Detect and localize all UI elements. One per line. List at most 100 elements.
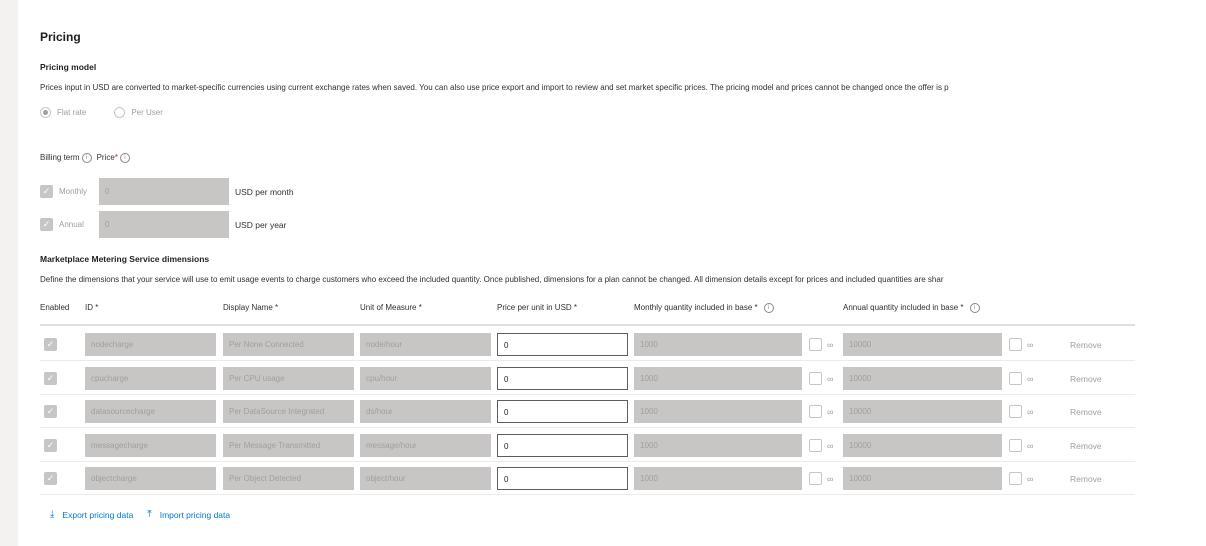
monthly-quantity-field[interactable]: 1000 <box>634 400 802 423</box>
table-row: ✓ datasourcecharge Per DataSource Integr… <box>40 394 1135 428</box>
infinity-icon: ∞ <box>1027 441 1034 451</box>
remove-button[interactable]: Remove <box>1070 407 1102 417</box>
monthly-unit: USD per month <box>235 186 294 197</box>
table-row: ✓ nodecharge Per None Connected node/hou… <box>40 327 1135 361</box>
price-label: Price <box>96 153 115 162</box>
display-name-field[interactable]: Per None Connected <box>223 333 354 356</box>
annual-quantity-field[interactable]: 10000 <box>843 333 1002 356</box>
billing-header: Billing term i Price * i <box>40 153 130 163</box>
annual-checkbox[interactable]: ✓ <box>40 218 53 231</box>
info-icon[interactable]: i <box>969 303 980 313</box>
radio-selected-icon <box>40 107 51 118</box>
monthly-quantity-field[interactable]: 1000 <box>634 367 802 390</box>
unit-field[interactable]: object/hour <box>360 467 491 490</box>
monthly-unlimited-checkbox[interactable] <box>809 439 822 452</box>
monthly-quantity-field[interactable]: 1000 <box>634 333 802 356</box>
infinity-icon: ∞ <box>827 340 834 350</box>
display-name-field[interactable]: Per CPU usage <box>223 367 354 390</box>
table-row: ✓ messagecharge Per Message Transmitted … <box>40 428 1135 462</box>
pricing-model-title: Pricing model <box>40 62 97 72</box>
infinity-icon: ∞ <box>827 441 834 451</box>
monthly-checkbox[interactable]: ✓ <box>40 185 53 198</box>
enabled-checkbox[interactable]: ✓ <box>44 372 57 385</box>
table-row: ✓ cpucharge Per CPU usage cpu/hour 0 100… <box>40 361 1135 395</box>
info-icon[interactable]: i <box>119 153 130 163</box>
radio-flat-rate-label: Flat rate <box>57 108 87 117</box>
annual-quantity-field[interactable]: 10000 <box>843 434 1002 457</box>
dimension-id-field[interactable]: objectcharge <box>85 467 216 490</box>
radio-per-user-label: Per User <box>131 108 163 117</box>
annual-unlimited-checkbox[interactable] <box>1009 439 1022 452</box>
monthly-price-input[interactable]: 0 <box>99 178 229 205</box>
col-monthly-label: Monthly quantity included in base * <box>634 303 758 313</box>
monthly-unlimited-checkbox[interactable] <box>809 372 822 385</box>
unit-field[interactable]: message/hour <box>360 434 491 457</box>
remove-button[interactable]: Remove <box>1070 374 1102 384</box>
radio-flat-rate[interactable]: Flat rate <box>40 107 86 118</box>
dimension-id-field[interactable]: datasourcecharge <box>85 400 216 423</box>
monthly-unlimited-checkbox[interactable] <box>809 405 822 418</box>
export-pricing-link[interactable]: ⤓ Export pricing data <box>50 509 133 520</box>
annual-quantity-field[interactable]: 10000 <box>843 400 1002 423</box>
pricing-data-actions: ⤓ Export pricing data ⤒ Import pricing d… <box>50 509 244 520</box>
price-per-unit-input[interactable]: 0 <box>497 400 628 423</box>
dimension-id-field[interactable]: nodecharge <box>85 333 216 356</box>
infinity-icon: ∞ <box>1027 340 1034 350</box>
download-arrow-icon: ⤓ <box>50 509 55 520</box>
annual-unlimited-checkbox[interactable] <box>1009 472 1022 485</box>
monthly-unlimited-checkbox[interactable] <box>809 472 822 485</box>
display-name-field[interactable]: Per Message Transmitted <box>223 434 354 457</box>
infinity-icon: ∞ <box>1027 474 1034 484</box>
col-annual: Annual quantity included in base * i <box>843 303 980 313</box>
table-header-divider <box>40 324 1135 326</box>
annual-unlimited-checkbox[interactable] <box>1009 372 1022 385</box>
price-per-unit-input[interactable]: 0 <box>497 434 628 457</box>
infinity-icon: ∞ <box>827 374 834 384</box>
annual-quantity-field[interactable]: 10000 <box>843 367 1002 390</box>
monthly-unlimited-checkbox[interactable] <box>809 338 822 351</box>
annual-unlimited-checkbox[interactable] <box>1009 338 1022 351</box>
info-icon[interactable]: i <box>763 303 774 313</box>
enabled-checkbox[interactable]: ✓ <box>44 405 57 418</box>
infinity-icon: ∞ <box>827 407 834 417</box>
enabled-checkbox[interactable]: ✓ <box>44 472 57 485</box>
radio-per-user[interactable]: Per User <box>114 107 163 118</box>
billing-term-label: Billing term <box>40 153 80 162</box>
price-per-unit-input[interactable]: 0 <box>497 367 628 390</box>
enabled-checkbox[interactable]: ✓ <box>44 338 57 351</box>
import-pricing-link[interactable]: ⤒ Import pricing data <box>147 509 230 520</box>
dimension-id-field[interactable]: messagecharge <box>85 434 216 457</box>
col-price: Price per unit in USD * <box>497 303 578 312</box>
table-row: ✓ objectcharge Per Object Detected objec… <box>40 461 1135 495</box>
remove-button[interactable]: Remove <box>1070 474 1102 484</box>
pricing-model-radio-group: Flat rate Per User <box>40 107 191 118</box>
remove-button[interactable]: Remove <box>1070 441 1102 451</box>
unit-field[interactable]: cpu/hour <box>360 367 491 390</box>
display-name-field[interactable]: Per DataSource Integrated <box>223 400 354 423</box>
price-per-unit-input[interactable]: 0 <box>497 333 628 356</box>
annual-price-input[interactable]: 0 <box>99 211 229 238</box>
import-pricing-label: Import pricing data <box>159 509 231 520</box>
monthly-quantity-field[interactable]: 1000 <box>634 434 802 457</box>
pricing-title: Pricing <box>40 30 81 44</box>
col-unit: Unit of Measure * <box>360 303 422 312</box>
display-name-field[interactable]: Per Object Detected <box>223 467 354 490</box>
required-mark: * <box>114 153 118 162</box>
dimension-id-field[interactable]: cpucharge <box>85 367 216 390</box>
info-icon[interactable]: i <box>81 153 92 163</box>
remove-button[interactable]: Remove <box>1070 340 1102 350</box>
enabled-checkbox[interactable]: ✓ <box>44 439 57 452</box>
monthly-label: Monthly <box>59 187 88 196</box>
unit-field[interactable]: node/hour <box>360 333 491 356</box>
monthly-quantity-field[interactable]: 1000 <box>634 467 802 490</box>
infinity-icon: ∞ <box>1027 374 1034 384</box>
price-per-unit-input[interactable]: 0 <box>497 467 628 490</box>
annual-quantity-field[interactable]: 10000 <box>843 467 1002 490</box>
metering-description: Define the dimensions that your service … <box>40 275 944 284</box>
billing-row-annual: ✓ Annual 0 USD per year <box>40 211 287 238</box>
annual-label: Annual <box>59 220 84 229</box>
unit-field[interactable]: ds/hour <box>360 400 491 423</box>
metering-title: Marketplace Metering Service dimensions <box>40 254 210 264</box>
annual-unlimited-checkbox[interactable] <box>1009 405 1022 418</box>
infinity-icon: ∞ <box>827 474 834 484</box>
